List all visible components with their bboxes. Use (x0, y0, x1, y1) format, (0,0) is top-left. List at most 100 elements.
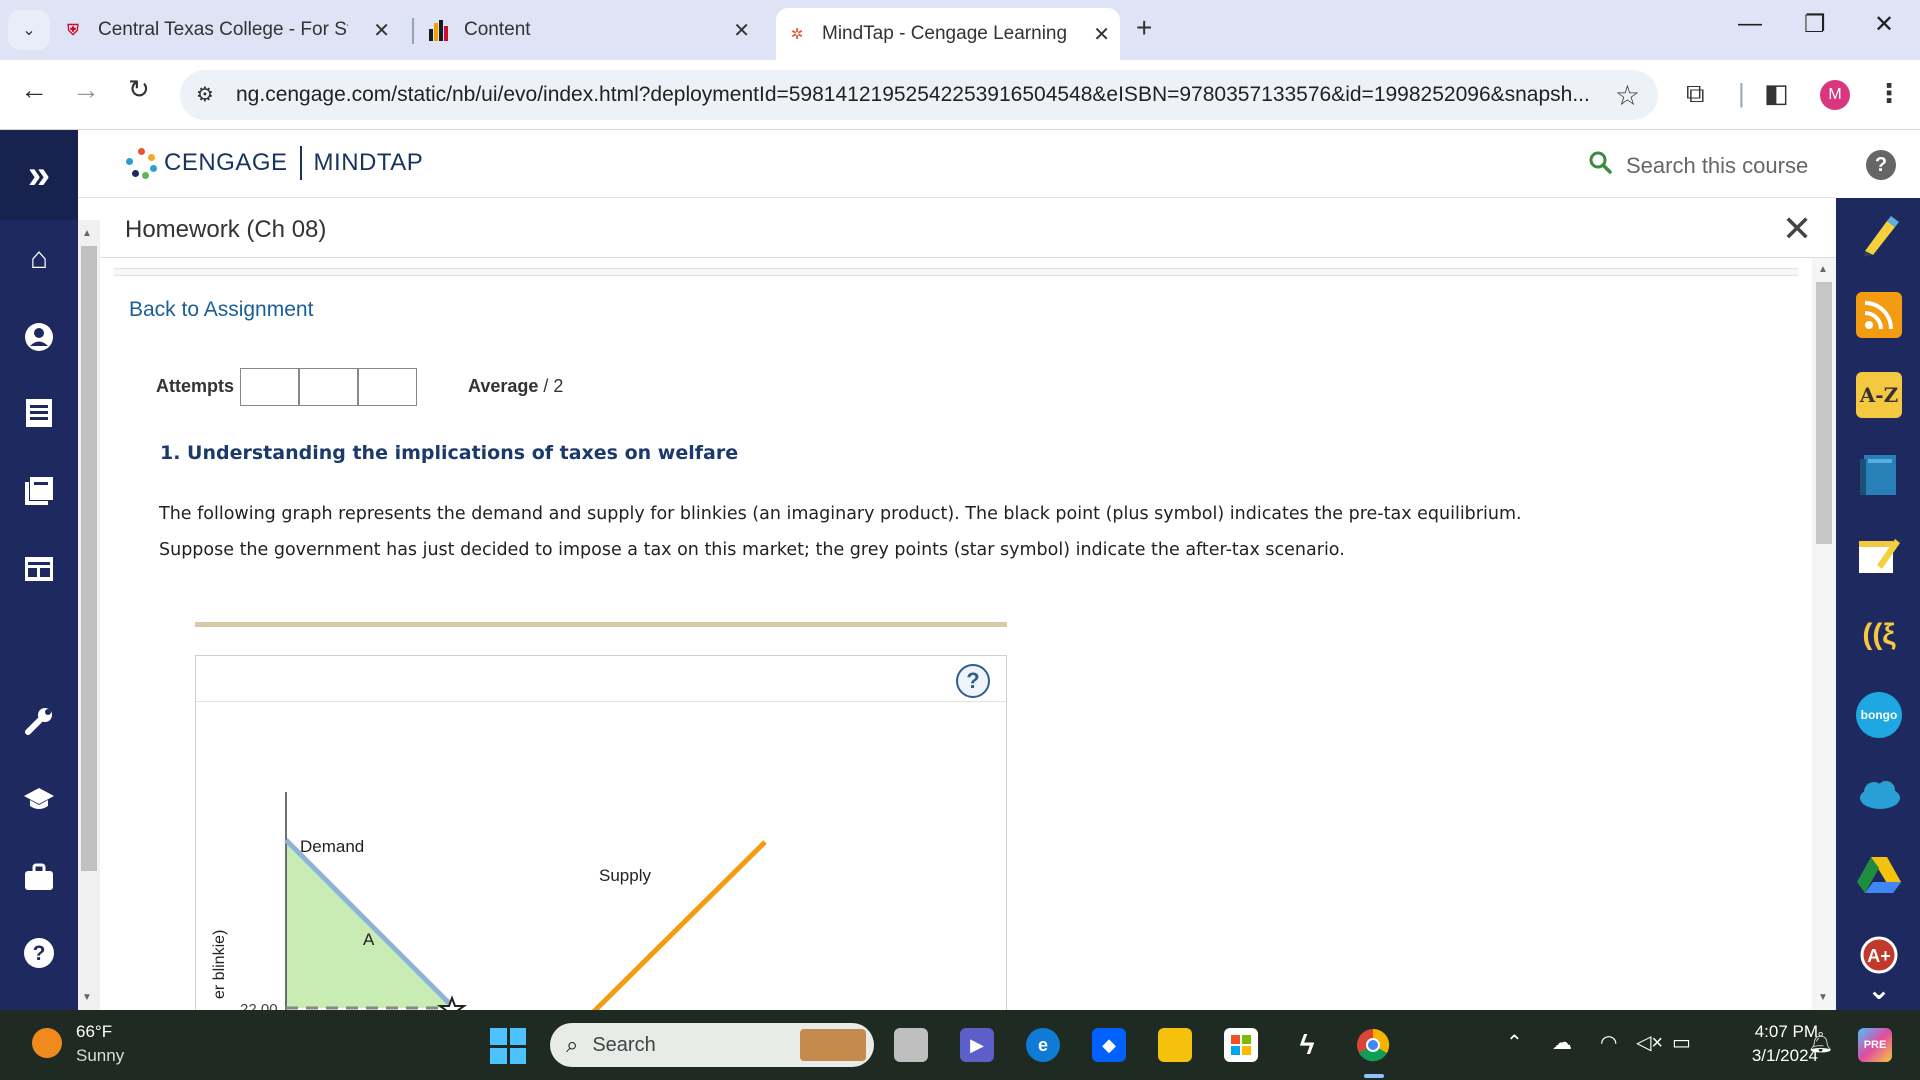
scroll-down-arrow-icon[interactable]: ▼ (82, 992, 92, 1003)
scroll-thumb[interactable] (81, 246, 97, 871)
new-tab-button[interactable]: + (1136, 12, 1152, 44)
edge-browser-icon[interactable]: e (1026, 1028, 1060, 1062)
tab-central-texas[interactable]: ⛨ Central Texas College - For Stud ✕ (62, 8, 400, 52)
kebab-menu-icon[interactable]: ⋮ (1876, 78, 1902, 109)
reload-icon[interactable]: ↻ (128, 74, 150, 105)
site-settings-icon[interactable]: ⚙ (196, 82, 214, 107)
show-hidden-icons-chevron-icon[interactable]: ⌃ (1506, 1030, 1523, 1055)
restore-button[interactable]: ❐ (1804, 10, 1826, 39)
readings-icon[interactable] (22, 474, 56, 508)
search-icon: ⌕ (566, 1032, 579, 1057)
help-icon[interactable]: ? (1866, 150, 1896, 180)
url-text[interactable]: ng.cengage.com/static/nb/ui/evo/index.ht… (236, 83, 1596, 107)
brand-divider (299, 146, 302, 180)
cengage-mindtap-logo[interactable]: CENGAGE MINDTAP (124, 146, 423, 180)
gradebook-icon[interactable] (22, 396, 56, 430)
bongo-icon[interactable]: bongo (1856, 692, 1902, 738)
average-label: Average (468, 376, 539, 396)
scroll-up-arrow-icon[interactable]: ▲ (82, 228, 92, 239)
side-panel-icon[interactable]: ◧ (1764, 78, 1789, 109)
back-to-assignment-link[interactable]: Back to Assignment (129, 298, 313, 322)
clock-date[interactable]: 3/1/2024 (1722, 1046, 1818, 1066)
tab-title: MindTap - Cengage Learning (822, 23, 1068, 44)
close-icon[interactable]: ✕ (373, 18, 390, 43)
tab-separator (412, 18, 414, 44)
dock-scroll-down-icon[interactable]: ⌄ (1856, 966, 1902, 1012)
dropbox-icon[interactable]: ◆ (1092, 1028, 1126, 1062)
tab-search-dropdown[interactable]: ⌄ (8, 10, 50, 50)
weather-description[interactable]: Sunny (76, 1046, 124, 1066)
google-drive-icon[interactable] (1856, 852, 1902, 898)
left-scrollbar[interactable]: ▲ ▼ (78, 220, 100, 1010)
close-homework-icon[interactable]: ✕ (1782, 208, 1812, 250)
taskbar-search-label[interactable]: Search (592, 1034, 655, 1057)
extensions-icon[interactable]: ⧉ (1686, 78, 1705, 110)
wrench-icon[interactable] (22, 704, 56, 738)
wifi-icon[interactable]: ◠ (1600, 1030, 1617, 1055)
file-explorer-icon[interactable] (1158, 1028, 1192, 1062)
course-search[interactable]: Search this course (1588, 150, 1808, 181)
graph-top-rule (195, 622, 1007, 627)
onedrive-tray-icon[interactable]: ☁ (1552, 1030, 1572, 1055)
scroll-up-arrow-icon[interactable]: ▲ (1818, 264, 1828, 275)
home-icon[interactable]: ⌂ (22, 242, 56, 276)
chrome-browser-icon[interactable] (1356, 1028, 1390, 1062)
windows-taskbar: 66°F Sunny ⌕ Search ▶ e ◆ ϟ ⌃ ☁ ◠ ◁× ▭ 4… (0, 1010, 1920, 1080)
winamp-bolt-icon[interactable]: ϟ (1290, 1028, 1324, 1062)
user-icon[interactable] (22, 320, 56, 354)
supply-demand-graph[interactable]: Demand Supply A er blinkie) 22.00 (196, 702, 1006, 1010)
readspeaker-icon[interactable]: ((ξ (1856, 612, 1902, 658)
back-arrow-icon[interactable]: ← (20, 74, 48, 106)
help-circle-icon[interactable]: ? (22, 936, 56, 970)
a-z-glossary-icon[interactable]: A-Z (1856, 372, 1902, 418)
app-dock: A-Z ((ξ bongo A+ ⌄ (1836, 198, 1920, 1010)
profile-avatar[interactable]: M (1820, 80, 1850, 110)
sun-weather-icon[interactable] (32, 1028, 62, 1058)
graph-panel: ? Demand Supply A er blinkie) 22.00 (195, 655, 1007, 1010)
copilot-icon[interactable]: PRE (1858, 1028, 1892, 1062)
ebook-icon[interactable] (1856, 452, 1902, 498)
svg-text:A+: A+ (1867, 946, 1891, 966)
active-app-indicator (1364, 1074, 1384, 1078)
briefcase-icon[interactable] (22, 860, 56, 894)
search-icon (1588, 150, 1612, 181)
brand-cengage: CENGAGE (164, 149, 288, 176)
clock-time[interactable]: 4:07 PM (1734, 1022, 1818, 1042)
graduation-cap-icon[interactable] (22, 782, 56, 816)
address-bar[interactable]: ⚙ ng.cengage.com/static/nb/ui/evo/index.… (180, 70, 1658, 120)
volume-muted-icon[interactable]: ◁× (1636, 1030, 1663, 1055)
onedrive-cloud-icon[interactable] (1856, 772, 1902, 818)
search-placeholder[interactable]: Search this course (1626, 153, 1808, 179)
highlighter-pencil-icon[interactable] (1856, 212, 1902, 258)
attempt-box (358, 368, 417, 406)
scroll-down-arrow-icon[interactable]: ▼ (1818, 992, 1828, 1003)
teams-meet-icon[interactable]: ▶ (960, 1028, 994, 1062)
task-view-icon[interactable] (894, 1028, 928, 1062)
battery-icon[interactable]: ▭ (1672, 1030, 1691, 1055)
expand-nav-icon[interactable]: » (0, 130, 78, 220)
taskbar-search[interactable]: ⌕ Search (550, 1023, 874, 1067)
notification-bell-icon[interactable]: 🔔︎ (1808, 1030, 1833, 1055)
bookmark-star-icon[interactable]: ☆ (1615, 79, 1640, 112)
brand-mindtap: MINDTAP (313, 149, 424, 176)
graph-help-icon[interactable]: ? (956, 664, 990, 698)
notes-icon[interactable] (1856, 532, 1902, 578)
close-window-button[interactable]: ✕ (1874, 10, 1894, 39)
minimize-button[interactable]: — (1738, 10, 1762, 38)
tab-mindtap[interactable]: ✲ MindTap - Cengage Learning ✕ (776, 8, 1120, 60)
scroll-thumb[interactable] (1816, 282, 1832, 544)
dashboard-card-icon[interactable] (22, 552, 56, 586)
forward-arrow-icon[interactable]: → (72, 74, 100, 106)
homework-title: Homework (Ch 08) (125, 216, 327, 243)
close-icon[interactable]: ✕ (733, 18, 750, 43)
microsoft-store-icon[interactable] (1224, 1028, 1258, 1062)
close-icon[interactable]: ✕ (1093, 22, 1110, 47)
app-header: CENGAGE MINDTAP Search this course (78, 130, 1836, 198)
svg-text:?: ? (33, 942, 46, 965)
tab-content[interactable]: Content ✕ (428, 8, 760, 52)
weather-temperature[interactable]: 66°F (76, 1022, 112, 1042)
question-title: 1. Understanding the implications of tax… (160, 442, 739, 464)
content-scrollbar[interactable]: ▲ ▼ (1812, 258, 1836, 1010)
rss-feed-icon[interactable] (1856, 292, 1902, 338)
windows-start-icon[interactable] (490, 1028, 526, 1064)
